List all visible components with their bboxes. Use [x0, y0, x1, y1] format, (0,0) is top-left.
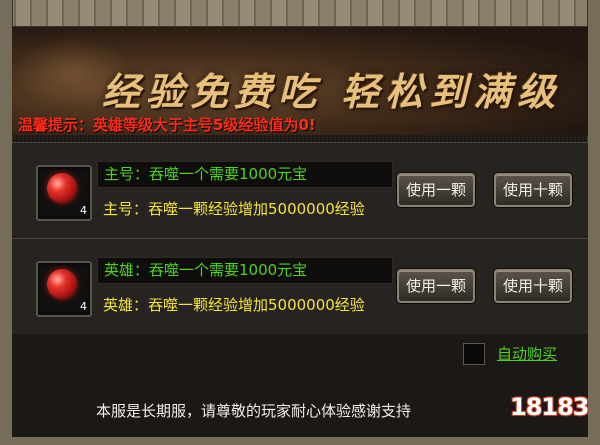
- red-gem-icon: [47, 173, 77, 203]
- bottom-area: 自动购买 本服是长期服，请尊敬的玩家耐心体验感谢支持 18183: [12, 334, 589, 437]
- use-one-button[interactable]: 使用一颗: [397, 173, 475, 207]
- frame-top-border: [0, 0, 600, 28]
- red-gem-icon: [47, 269, 77, 299]
- item-count: 4: [80, 204, 87, 217]
- cost-text: 英雄：吞噬一个需要1000元宝: [97, 257, 393, 284]
- site-watermark-logo: 18183: [510, 385, 589, 425]
- use-ten-button[interactable]: 使用十颗: [494, 173, 572, 207]
- frame-bottom-border: [0, 437, 600, 445]
- gain-text: 主号：吞噬一颗经验增加5000000经验: [103, 200, 365, 218]
- banner-title: 经验免费吃 轻松到满级: [102, 69, 562, 114]
- frame-right-border: [587, 0, 600, 445]
- auto-buy-label[interactable]: 自动购买: [497, 343, 557, 364]
- item-slot[interactable]: 4: [36, 165, 92, 221]
- exp-row-hero: 4 英雄：吞噬一个需要1000元宝 英雄：吞噬一颗经验增加5000000经验 使…: [12, 238, 588, 335]
- watermark-text: 18183: [510, 393, 589, 421]
- exp-row-main: 4 主号：吞噬一个需要1000元宝 主号：吞噬一颗经验增加5000000经验 使…: [12, 142, 588, 239]
- server-notice: 本服是长期服，请尊敬的玩家耐心体验感谢支持: [96, 402, 412, 420]
- exp-panel: 经验免费吃 轻松到满级 温馨提示：英雄等级大于主号5级经验值为0! 4 主号：吞…: [0, 0, 600, 445]
- auto-buy-checkbox[interactable]: [463, 343, 485, 365]
- use-one-button[interactable]: 使用一颗: [397, 269, 475, 303]
- warm-tip: 温馨提示：英雄等级大于主号5级经验值为0!: [18, 116, 316, 134]
- cost-text: 主号：吞噬一个需要1000元宝: [97, 161, 393, 188]
- gain-text: 英雄：吞噬一颗经验增加5000000经验: [103, 296, 365, 314]
- item-count: 4: [80, 300, 87, 313]
- item-slot[interactable]: 4: [36, 261, 92, 317]
- use-ten-button[interactable]: 使用十颗: [494, 269, 572, 303]
